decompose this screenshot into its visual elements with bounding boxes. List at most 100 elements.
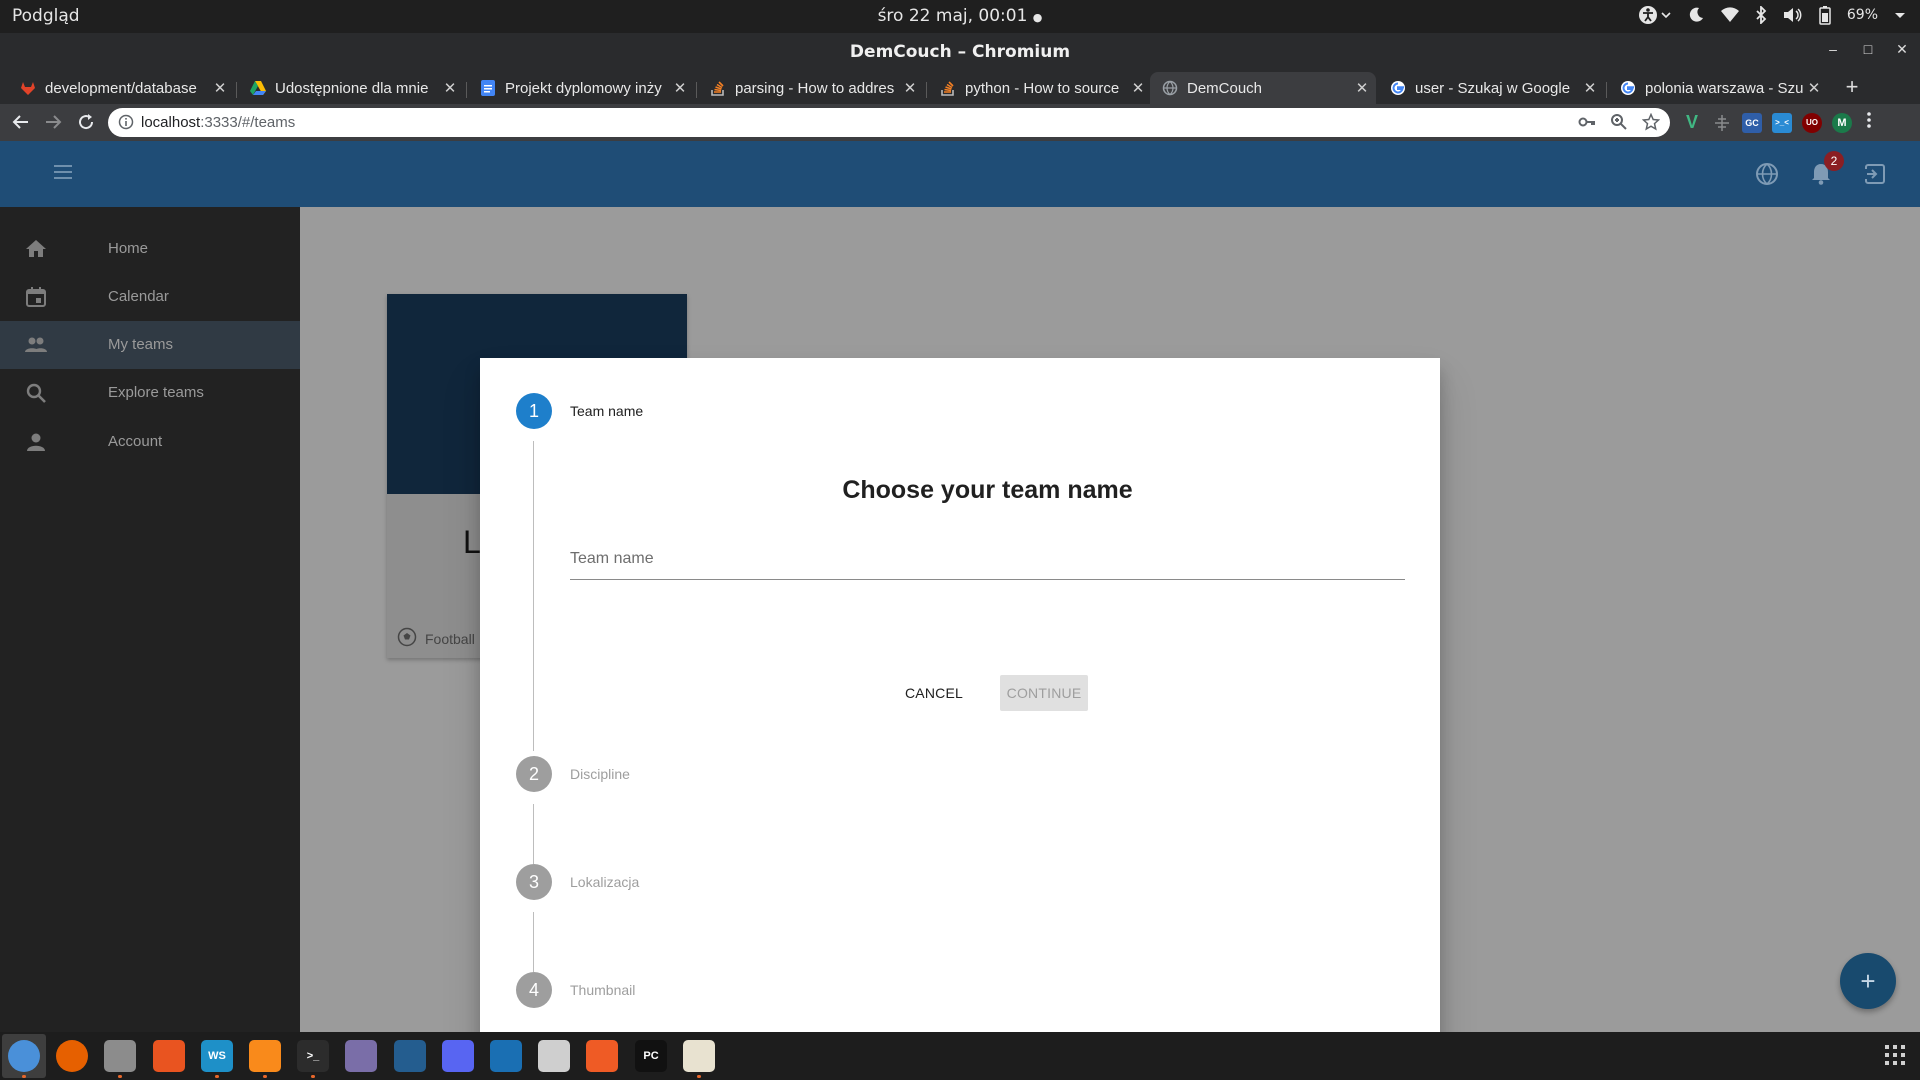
battery-percent[interactable]: 69% (1847, 7, 1878, 23)
step-discipline[interactable]: 2 Discipline (516, 756, 630, 792)
bookmark-star-icon[interactable] (1641, 112, 1661, 136)
stepper-connector (533, 912, 534, 972)
screenshot-dock-icon[interactable] (538, 1040, 570, 1072)
url-text[interactable]: localhost:3333/#/teams (141, 114, 295, 131)
browser-toolbar: localhost:3333/#/teams V GC >_< UO M (0, 104, 1920, 141)
logout-icon[interactable] (1862, 161, 1888, 187)
ruler-extension-icon[interactable] (1712, 113, 1732, 133)
tab-parsing[interactable]: parsing - How to addres ✕ (698, 72, 924, 104)
site-info-icon[interactable] (118, 114, 134, 135)
team-name-field[interactable] (570, 544, 1405, 580)
tab-close-icon[interactable]: ✕ (440, 79, 460, 97)
team-card-title: L (463, 524, 481, 560)
close-window-button[interactable]: ✕ (1892, 41, 1912, 58)
vscode-dock-icon[interactable] (490, 1040, 522, 1072)
new-tab-button[interactable]: + (1840, 74, 1864, 100)
tab-close-icon[interactable]: ✕ (1580, 79, 1600, 97)
tab-label: python - How to source (965, 79, 1120, 97)
sidebar-item-my-teams[interactable]: My teams (0, 321, 300, 369)
sublime-dock-icon[interactable] (249, 1040, 281, 1072)
sidebar-item-calendar[interactable]: Calendar (0, 273, 300, 321)
terminal-dock-icon[interactable]: >_ (297, 1040, 329, 1072)
drive-icon (250, 80, 266, 96)
url-host: localhost (141, 114, 201, 131)
running-indicator (263, 1075, 267, 1078)
gc-extension-icon[interactable]: GC (1742, 112, 1762, 133)
pycharm-dock-icon[interactable]: PC (635, 1040, 667, 1072)
sidebar-item-home[interactable]: Home (0, 225, 300, 273)
tab-user-szukaj[interactable]: user - Szukaj w Google ✕ (1378, 72, 1604, 104)
tab-close-icon[interactable]: ✕ (1128, 79, 1148, 97)
sidebar-item-explore-teams[interactable]: Explore teams (0, 369, 300, 417)
tab-demcouch[interactable]: DemCouch ✕ (1150, 72, 1376, 104)
continue-button[interactable]: CONTINUE (1000, 675, 1088, 711)
forward-arrow-icon (46, 115, 62, 129)
key-icon[interactable] (1578, 113, 1596, 136)
chromium-dock-icon[interactable] (8, 1040, 40, 1072)
bluetooth-icon[interactable] (1755, 6, 1767, 24)
tab-close-icon[interactable]: ✕ (670, 79, 690, 97)
tab-label: user - Szukaj w Google (1415, 79, 1571, 97)
mysql-workbench-dock-icon[interactable] (394, 1040, 426, 1072)
webstorm-dock-icon[interactable]: WS (201, 1040, 233, 1072)
step-thumbnail[interactable]: 4 Thumbnail (516, 972, 635, 1008)
discord-dock-icon[interactable] (442, 1040, 474, 1072)
window-title: DemCouch – Chromium (849, 42, 1071, 62)
globe-icon (1162, 80, 1178, 96)
system-menu-arrow-icon[interactable] (1894, 10, 1906, 20)
show-applications-icon[interactable] (1884, 1044, 1906, 1071)
reload-button[interactable] (74, 110, 98, 134)
wifi-icon[interactable] (1720, 7, 1739, 23)
minimize-button[interactable]: – (1823, 41, 1843, 57)
activities-label[interactable]: Podgląd (12, 6, 80, 26)
tab-close-icon[interactable]: ✕ (210, 79, 230, 97)
zoom-icon[interactable] (1610, 113, 1628, 136)
profile-avatar-icon[interactable]: M (1832, 112, 1852, 133)
running-indicator (311, 1075, 315, 1078)
team-name-input[interactable] (570, 544, 1405, 574)
postman-dock-icon[interactable] (586, 1040, 618, 1072)
sidebar-item-account[interactable]: Account (0, 418, 300, 466)
battery-icon[interactable] (1819, 5, 1831, 25)
tab-close-icon[interactable]: ✕ (1352, 79, 1372, 97)
calendar-icon (24, 285, 48, 309)
night-light-icon[interactable] (1687, 6, 1705, 24)
tab-close-icon[interactable]: ✕ (1804, 79, 1824, 97)
cancel-button[interactable]: CANCEL (890, 675, 978, 711)
back-arrow-icon (12, 115, 28, 129)
step-team-name[interactable]: 1 Team name (516, 393, 643, 429)
tab-polonia-warszawa[interactable]: polonia warszawa - Szuk ✕ (1608, 72, 1828, 104)
crystal-dock-icon[interactable] (345, 1040, 377, 1072)
clock[interactable]: śro 22 maj, 00:01 ● (878, 6, 1043, 26)
tab-development-database[interactable]: development/database ✕ (8, 72, 234, 104)
sidebar-nav: Home Calendar My teams Explore teams Acc… (0, 207, 300, 1032)
volume-icon[interactable] (1783, 7, 1803, 23)
tab-udostepnione[interactable]: Udostępnione dla mnie ✕ (238, 72, 464, 104)
forward-button[interactable] (41, 110, 65, 134)
create-team-dialog: 1 Team name Choose your team name CANCEL… (480, 358, 1440, 1032)
reload-icon (79, 114, 94, 130)
firefox-dock-icon[interactable] (56, 1040, 88, 1072)
text-editor-dock-icon[interactable] (683, 1040, 715, 1072)
tab-close-icon[interactable]: ✕ (900, 79, 920, 97)
back-button[interactable] (9, 110, 33, 134)
address-bar[interactable]: localhost:3333/#/teams (108, 108, 1670, 137)
language-globe-icon[interactable] (1754, 161, 1780, 187)
files-dock-icon[interactable] (104, 1040, 136, 1072)
vue-devtools-icon[interactable]: V (1682, 112, 1702, 133)
accessibility-icon[interactable] (1637, 4, 1671, 26)
tab-projekt-dyplomowy[interactable]: Projekt dyplomowy inży ✕ (468, 72, 694, 104)
step-lokalizacja[interactable]: 3 Lokalizacja (516, 864, 639, 900)
software-center-dock-icon[interactable] (153, 1040, 185, 1072)
menu-hamburger-icon[interactable] (52, 163, 74, 186)
clock-dot: ● (1032, 11, 1043, 24)
maximize-button[interactable]: □ (1858, 41, 1878, 57)
notification-badge: 2 (1824, 151, 1844, 171)
chrome-menu-icon[interactable] (1866, 111, 1872, 134)
window-title-bar: DemCouch – Chromium – □ ✕ (0, 33, 1920, 70)
arrows-extension-icon[interactable]: >_< (1772, 112, 1792, 133)
add-team-fab[interactable]: + (1840, 953, 1896, 1009)
ublock-icon[interactable]: UO (1802, 112, 1822, 133)
running-indicator (118, 1075, 122, 1078)
tab-python-source[interactable]: python - How to source ✕ (928, 72, 1152, 104)
